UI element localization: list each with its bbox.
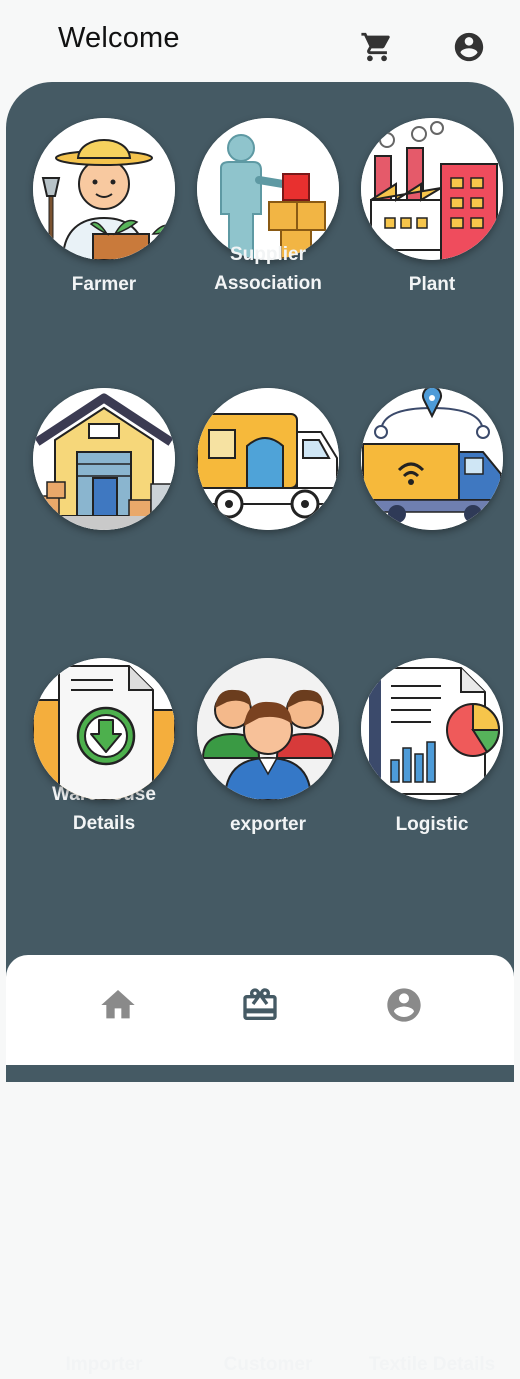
account-circle-icon[interactable]: [452, 30, 486, 64]
logistics-icon: [361, 388, 503, 530]
tile-label: Farmer: [71, 274, 137, 295]
tile-label: Importer: [65, 1354, 143, 1375]
farmer-icon: [33, 118, 175, 260]
gift-card-icon[interactable]: [240, 985, 280, 1025]
tile-label: Plant: [408, 274, 456, 295]
cart-icon[interactable]: [360, 30, 394, 64]
factory-icon: [361, 118, 503, 260]
bottom-nav: [6, 955, 514, 1065]
tile-textile-details[interactable]: Textile Details: [349, 622, 513, 1375]
page-title: Welcome: [58, 22, 180, 54]
tile-supplier-association[interactable]: Supplier Association: [185, 82, 349, 322]
tile-logistic[interactable]: Logistic: [349, 352, 513, 835]
app-bar: Welcome: [0, 0, 520, 82]
tile-label: Textile Details: [368, 1354, 496, 1375]
tile-importer[interactable]: Importer: [21, 622, 185, 1375]
tile-warehouse-details[interactable]: WareHouse Details: [21, 352, 185, 834]
supplier-icon: [197, 118, 339, 260]
home-icon[interactable]: [98, 985, 138, 1025]
profile-icon[interactable]: [384, 985, 424, 1025]
truck-icon: [197, 388, 339, 530]
warehouse-icon: [33, 388, 175, 530]
tile-label: Customer: [223, 1354, 313, 1375]
tile-exporter[interactable]: exporter: [185, 352, 349, 835]
report-chart-icon: [361, 658, 503, 800]
people-icon: [197, 658, 339, 800]
tile-label: Supplier Association: [214, 244, 322, 294]
download-document-icon: [33, 658, 175, 800]
tile-plant[interactable]: Plant: [349, 82, 513, 322]
tile-farmer[interactable]: Farmer: [21, 82, 185, 322]
menu-grid: Farmer Supplier Association Plant Detail…: [6, 82, 514, 1375]
tile-customer[interactable]: Customer: [185, 622, 349, 1375]
